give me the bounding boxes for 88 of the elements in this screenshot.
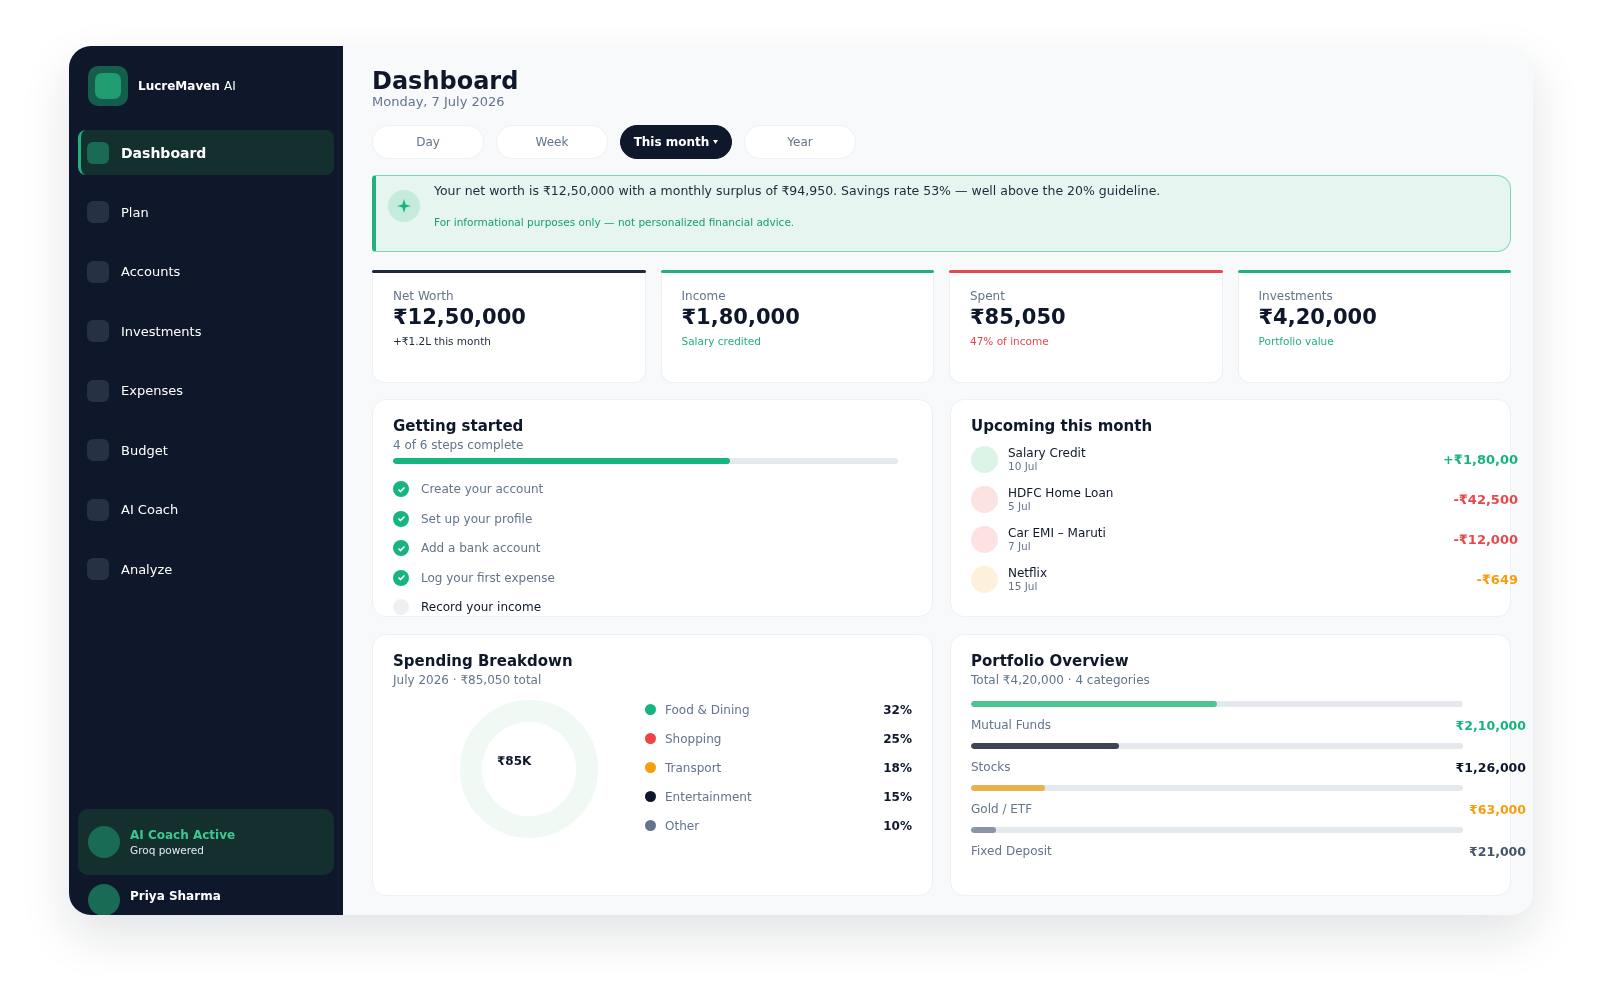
- category-percent: 32%: [883, 702, 912, 717]
- category-percent: 18%: [883, 760, 912, 775]
- category-name: Food & Dining: [665, 702, 751, 717]
- nav-icon: [87, 498, 109, 521]
- stat-value: ₹4,20,000: [1258, 305, 1378, 330]
- holding-value: ₹21,000: [1469, 844, 1526, 860]
- due-date: 5 Jul: [1008, 500, 1032, 513]
- payee-name: Car EMI – Maruti: [1008, 526, 1107, 541]
- avatar-icon: [88, 884, 120, 915]
- due-date: 7 Jul: [1008, 540, 1032, 553]
- user-name: Priya Sharma: [130, 889, 221, 903]
- step-label: Create your account: [421, 482, 544, 497]
- nav-icon: [87, 260, 109, 283]
- nav-item[interactable]: AI Coach: [78, 487, 334, 532]
- due-date: 15 Jul: [1008, 580, 1039, 593]
- card-title: Portfolio Overview: [971, 652, 1130, 671]
- stat-value: ₹85,050: [970, 305, 1067, 330]
- nav-icon: [87, 320, 109, 342]
- insight-message: Your net worth is ₹12,50,000 with a monthly surplus of ₹94,950. Savings rate 53% — well above the 20% guideline.: [434, 183, 1161, 199]
- amount: -₹649: [1476, 571, 1518, 587]
- nav-icon: [87, 141, 109, 164]
- step-label: Log your first expense: [421, 570, 555, 585]
- nav-icon: [87, 379, 109, 402]
- coach-status-subtitle: Groq powered: [130, 844, 205, 856]
- portfolio-subtitle: Total ₹4,20,000 · 4 categories: [971, 673, 1151, 688]
- nav-item[interactable]: Expenses: [78, 368, 334, 413]
- logo-icon: [88, 66, 128, 106]
- card-title: Upcoming this month: [971, 417, 1154, 436]
- disclaimer: For informational purposes only — not personalized financial advice.: [434, 216, 796, 229]
- nav-icon: [87, 439, 109, 461]
- payee-name: HDFC Home Loan: [1008, 486, 1115, 501]
- nav-item[interactable]: Investments: [78, 308, 334, 354]
- category-percent: 25%: [883, 731, 912, 746]
- category-name: Other: [665, 818, 701, 833]
- nav-item[interactable]: Dashboard: [78, 130, 334, 175]
- stat-label: Spent: [970, 289, 1006, 304]
- holding-name: Gold / ETF: [971, 802, 1033, 818]
- avatar-icon: [88, 826, 120, 858]
- coach-status-title: AI Coach Active: [130, 828, 236, 842]
- due-date: 10 Jul: [1008, 460, 1039, 473]
- step-label: Add a bank account: [421, 541, 541, 556]
- category-name: Transport: [665, 760, 723, 775]
- holding-name: Stocks: [971, 760, 1011, 776]
- stat-note: +₹1.2L this month: [393, 335, 492, 348]
- period-tab[interactable]: Day: [372, 125, 484, 160]
- stat-note: 47% of income: [970, 335, 1050, 348]
- stat-label: Net Worth: [393, 289, 455, 304]
- step-label: Set up your profile: [421, 511, 533, 526]
- category-percent: 10%: [883, 818, 912, 833]
- stat-label: Investments: [1258, 289, 1334, 304]
- stat-value: ₹1,80,000: [681, 305, 801, 330]
- nav-item[interactable]: Analyze: [78, 546, 334, 592]
- holding-name: Mutual Funds: [971, 718, 1052, 734]
- holding-value: ₹1,26,000: [1455, 760, 1526, 776]
- caret-icon: [713, 140, 719, 145]
- card-title: Getting started: [393, 417, 525, 436]
- page-date: Monday, 7 July 2026: [372, 94, 506, 110]
- payee-name: Salary Credit: [1008, 446, 1087, 461]
- holding-value: ₹63,000: [1469, 802, 1526, 818]
- step-label: Record your income: [421, 600, 542, 615]
- stat-label: Income: [681, 289, 727, 304]
- donut-center-label: ₹85K: [497, 754, 532, 769]
- payee-name: Netflix: [1008, 566, 1049, 581]
- holding-value: ₹2,10,000: [1455, 718, 1526, 734]
- card-title: Spending Breakdown: [393, 652, 574, 671]
- nav-icon: [87, 201, 109, 223]
- nav-item[interactable]: Accounts: [78, 249, 334, 294]
- category-name: Entertainment: [665, 789, 753, 804]
- stat-note: Salary credited: [681, 335, 762, 348]
- holding-name: Fixed Deposit: [971, 844, 1052, 860]
- period-tab[interactable]: Year: [744, 125, 856, 160]
- nav-item[interactable]: Budget: [78, 427, 334, 473]
- brand-name: LucreMaven AI: [138, 79, 236, 93]
- page-title: Dashboard: [372, 68, 520, 95]
- stat-note: Portfolio value: [1258, 335, 1335, 348]
- category-name: Shopping: [665, 731, 723, 746]
- category-percent: 15%: [883, 789, 912, 804]
- amount: -₹42,500: [1453, 491, 1518, 507]
- amount: +₹1,80,00: [1442, 451, 1518, 467]
- period-tab[interactable]: This month: [620, 125, 732, 160]
- period-tab[interactable]: Week: [496, 125, 608, 160]
- stat-value: ₹12,50,000: [393, 305, 527, 330]
- progress-text: 4 of 6 steps complete: [393, 438, 525, 453]
- amount: -₹12,000: [1453, 531, 1518, 547]
- sparkle-icon: [388, 190, 420, 223]
- spending-subtitle: July 2026 · ₹85,050 total: [393, 673, 543, 688]
- nav-item[interactable]: Plan: [78, 189, 334, 235]
- nav-icon: [87, 558, 109, 580]
